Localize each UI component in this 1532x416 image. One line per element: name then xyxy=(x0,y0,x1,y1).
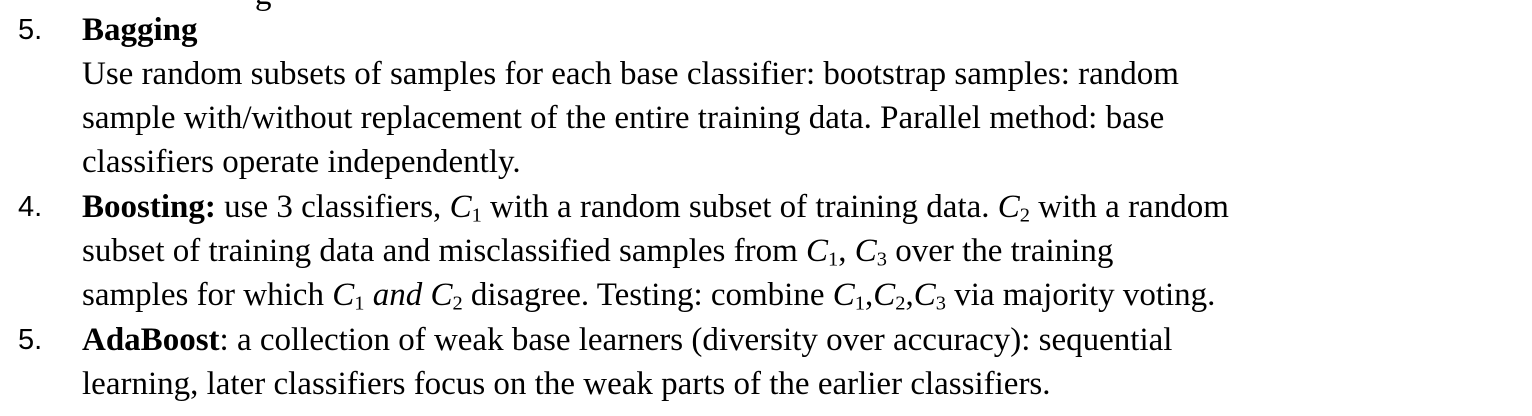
text-run: , xyxy=(905,277,914,313)
item-title: Boosting: xyxy=(82,189,216,225)
list-number: 5. xyxy=(18,324,43,356)
text-line: AdaBoost: a collection of weak base lear… xyxy=(82,318,1522,362)
list-number: 5. xyxy=(18,14,43,46)
document-page: g 5. Bagging Use random subsets of sampl… xyxy=(0,0,1532,416)
math-symbol-c3: C3 xyxy=(913,277,946,315)
text-line: Use random subsets of samples for each b… xyxy=(82,56,1179,92)
math-word-and: and xyxy=(364,277,431,313)
text-run: with a random xyxy=(1030,189,1229,225)
text-line: subset of training data and misclassifie… xyxy=(82,229,1522,273)
math-symbol-c1: C1 xyxy=(332,277,365,315)
list-item-body: Bagging Use random subsets of samples fo… xyxy=(82,8,1522,184)
list-item-body: Boosting: use 3 classifiers, C1 with a r… xyxy=(82,185,1522,317)
text-line: learning, later classifiers focus on the… xyxy=(82,366,1051,402)
text-line: Boosting: use 3 classifiers, C1 with a r… xyxy=(82,185,1522,229)
math-symbol-c2: C2 xyxy=(873,277,906,315)
text-run: subset of training data and misclassifie… xyxy=(82,233,807,269)
list-item-body: AdaBoost: a collection of weak base lear… xyxy=(82,318,1522,406)
math-symbol-c1: C1 xyxy=(832,277,865,315)
text-run: use 3 classifiers, xyxy=(215,189,450,225)
text-run: over the training xyxy=(886,233,1114,269)
text-run: with a random subset of training data. xyxy=(481,189,998,225)
math-symbol-c2: C2 xyxy=(430,277,463,315)
text-run: , xyxy=(838,233,855,269)
math-symbol-c2: C2 xyxy=(997,189,1030,227)
list-number: 4. xyxy=(18,191,43,223)
item-title: AdaBoost xyxy=(82,322,220,358)
math-symbol-c1: C1 xyxy=(449,189,482,227)
item-title: Bagging xyxy=(82,12,198,48)
math-symbol-c3: C3 xyxy=(854,233,887,271)
text-run: samples for which xyxy=(82,277,333,313)
text-run: , xyxy=(864,277,874,313)
text-line: classifiers operate independently. xyxy=(82,144,521,180)
text-line: samples for which C1 and C2 disagree. Te… xyxy=(82,273,1522,317)
text-line: sample with/without replacement of the e… xyxy=(82,100,1165,136)
text-run: disagree. Testing: combine xyxy=(462,277,833,313)
math-symbol-c1: C1 xyxy=(806,233,839,271)
text-run: : a collection of weak base learners (di… xyxy=(219,322,1173,358)
text-run: via majority voting. xyxy=(945,277,1216,313)
